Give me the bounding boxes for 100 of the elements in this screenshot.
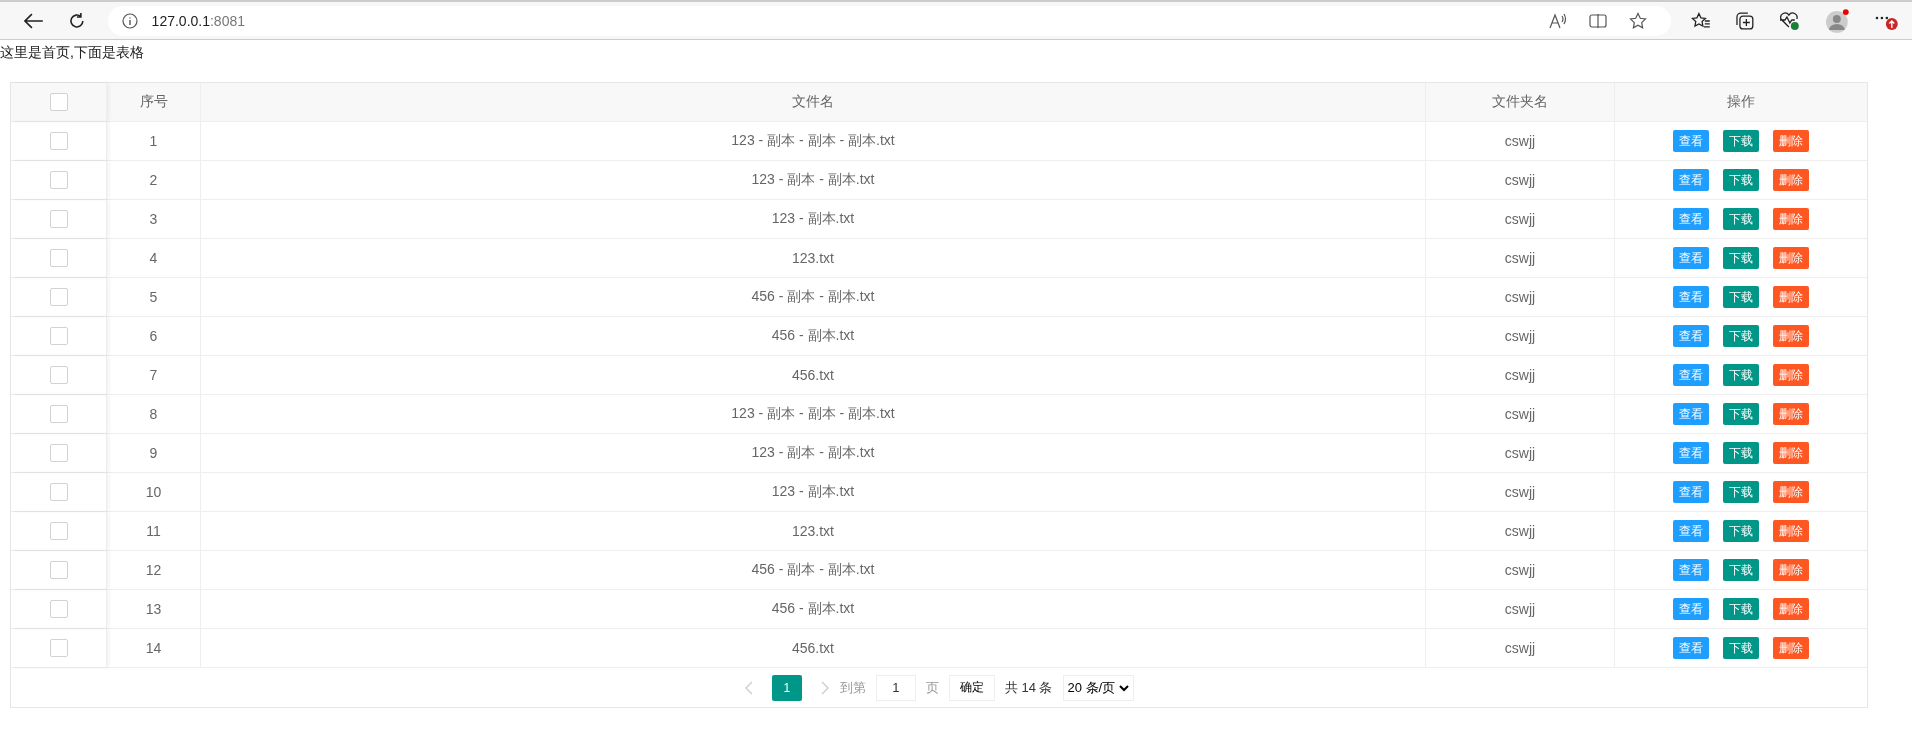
download-button[interactable]: 下载 [1723, 208, 1759, 230]
view-button[interactable]: 查看 [1673, 286, 1709, 308]
dropdown-caret-icon [1119, 683, 1130, 692]
row-checkbox[interactable] [49, 288, 68, 306]
delete-button[interactable]: 删除 [1773, 442, 1809, 464]
confirm-button[interactable]: 确定 [948, 674, 995, 701]
row-checkbox[interactable] [49, 639, 68, 657]
view-button[interactable]: 查看 [1673, 169, 1709, 191]
download-button[interactable]: 下载 [1723, 325, 1759, 347]
view-button[interactable]: 查看 [1673, 559, 1709, 581]
download-button[interactable]: 下载 [1723, 520, 1759, 542]
page-size-select[interactable]: 20 条/页 [1062, 674, 1135, 701]
view-button[interactable]: 查看 [1673, 481, 1709, 503]
row-checkbox[interactable] [49, 600, 68, 618]
row-checkbox[interactable] [49, 561, 68, 579]
delete-button[interactable]: 删除 [1773, 598, 1809, 620]
view-button[interactable]: 查看 [1673, 598, 1709, 620]
favorites-icon[interactable] [1691, 11, 1711, 30]
delete-button[interactable]: 删除 [1773, 130, 1809, 152]
download-button[interactable]: 下载 [1723, 169, 1759, 191]
address-bar[interactable]: 127.0.0.1:8081 [107, 5, 1672, 36]
row-checkbox[interactable] [49, 171, 68, 189]
index-cell: 1 [107, 122, 201, 160]
folder-cell: cswjj [1426, 317, 1615, 355]
delete-button[interactable]: 删除 [1773, 403, 1809, 425]
row-checkbox[interactable] [49, 132, 68, 150]
folder-cell: cswjj [1426, 434, 1615, 472]
row-checkbox[interactable] [49, 327, 68, 345]
page-input[interactable]: 1 [875, 674, 916, 701]
download-button[interactable]: 下载 [1723, 481, 1759, 503]
file-name-cell: 456 - 副本 - 副本.txt [201, 551, 1426, 589]
file-name-cell: 123.txt [201, 239, 1426, 277]
view-button[interactable]: 查看 [1673, 364, 1709, 386]
index-cell: 9 [107, 434, 201, 472]
view-button[interactable]: 查看 [1673, 325, 1709, 347]
folder-cell: cswjj [1426, 239, 1615, 277]
read-aloud-icon[interactable] [1549, 12, 1568, 29]
health-heart-icon[interactable] [1778, 10, 1801, 31]
row-checkbox[interactable] [49, 210, 68, 228]
file-name-cell: 123 - 副本 - 副本.txt [201, 434, 1426, 472]
index-cell: 12 [107, 551, 201, 589]
delete-button[interactable]: 删除 [1773, 637, 1809, 659]
delete-button[interactable]: 删除 [1773, 286, 1809, 308]
folder-cell: cswjj [1426, 590, 1615, 628]
reload-icon[interactable] [67, 11, 86, 30]
file-name-cell: 456.txt [201, 356, 1426, 394]
view-button[interactable]: 查看 [1673, 208, 1709, 230]
row-checkbox[interactable] [49, 483, 68, 501]
star-icon[interactable] [1629, 11, 1648, 30]
folder-cell: cswjj [1426, 629, 1615, 667]
folder-cell: cswjj [1426, 161, 1615, 199]
collections-icon[interactable] [1735, 11, 1755, 30]
view-button[interactable]: 查看 [1673, 637, 1709, 659]
select-all-checkbox[interactable] [49, 93, 68, 111]
index-cell: 5 [107, 278, 201, 316]
index-cell: 6 [107, 317, 201, 355]
info-icon[interactable] [121, 12, 138, 29]
index-cell: 3 [107, 200, 201, 238]
row-checkbox[interactable] [49, 249, 68, 267]
delete-button[interactable]: 删除 [1773, 364, 1809, 386]
row-checkbox[interactable] [49, 444, 68, 462]
delete-button[interactable]: 删除 [1773, 325, 1809, 347]
folder-cell: cswjj [1426, 551, 1615, 589]
delete-button[interactable]: 删除 [1773, 559, 1809, 581]
next-page-icon[interactable] [819, 680, 830, 695]
file-name-cell: 456 - 副本 - 副本.txt [201, 278, 1426, 316]
view-button[interactable]: 查看 [1673, 247, 1709, 269]
file-name-cell: 123 - 副本 - 副本 - 副本.txt [201, 122, 1426, 160]
file-name-cell: 123 - 副本.txt [201, 200, 1426, 238]
index-cell: 2 [107, 161, 201, 199]
split-screen-icon[interactable] [1589, 12, 1608, 29]
index-cell: 13 [107, 590, 201, 628]
download-button[interactable]: 下载 [1723, 559, 1759, 581]
download-button[interactable]: 下载 [1723, 247, 1759, 269]
download-button[interactable]: 下载 [1723, 442, 1759, 464]
delete-button[interactable]: 删除 [1773, 169, 1809, 191]
view-button[interactable]: 查看 [1673, 403, 1709, 425]
index-cell: 7 [107, 356, 201, 394]
back-icon[interactable] [24, 12, 44, 29]
delete-button[interactable]: 删除 [1773, 520, 1809, 542]
row-checkbox[interactable] [49, 405, 68, 423]
download-button[interactable]: 下载 [1723, 364, 1759, 386]
download-button[interactable]: 下载 [1723, 598, 1759, 620]
view-button[interactable]: 查看 [1673, 520, 1709, 542]
download-button[interactable]: 下载 [1723, 403, 1759, 425]
index-cell: 14 [107, 629, 201, 667]
delete-button[interactable]: 删除 [1773, 481, 1809, 503]
previous-page-icon[interactable] [743, 680, 754, 695]
delete-button[interactable]: 删除 [1773, 247, 1809, 269]
download-button[interactable]: 下载 [1723, 130, 1759, 152]
row-checkbox[interactable] [49, 366, 68, 384]
download-button[interactable]: 下载 [1723, 286, 1759, 308]
download-button[interactable]: 下载 [1723, 637, 1759, 659]
row-checkbox[interactable] [49, 522, 68, 540]
page-button[interactable]: 1 [771, 674, 802, 701]
view-button[interactable]: 查看 [1673, 130, 1709, 152]
index-cell: 8 [107, 395, 201, 433]
delete-button[interactable]: 删除 [1773, 208, 1809, 230]
view-button[interactable]: 查看 [1673, 442, 1709, 464]
profile-avatar-icon[interactable] [1824, 7, 1851, 34]
